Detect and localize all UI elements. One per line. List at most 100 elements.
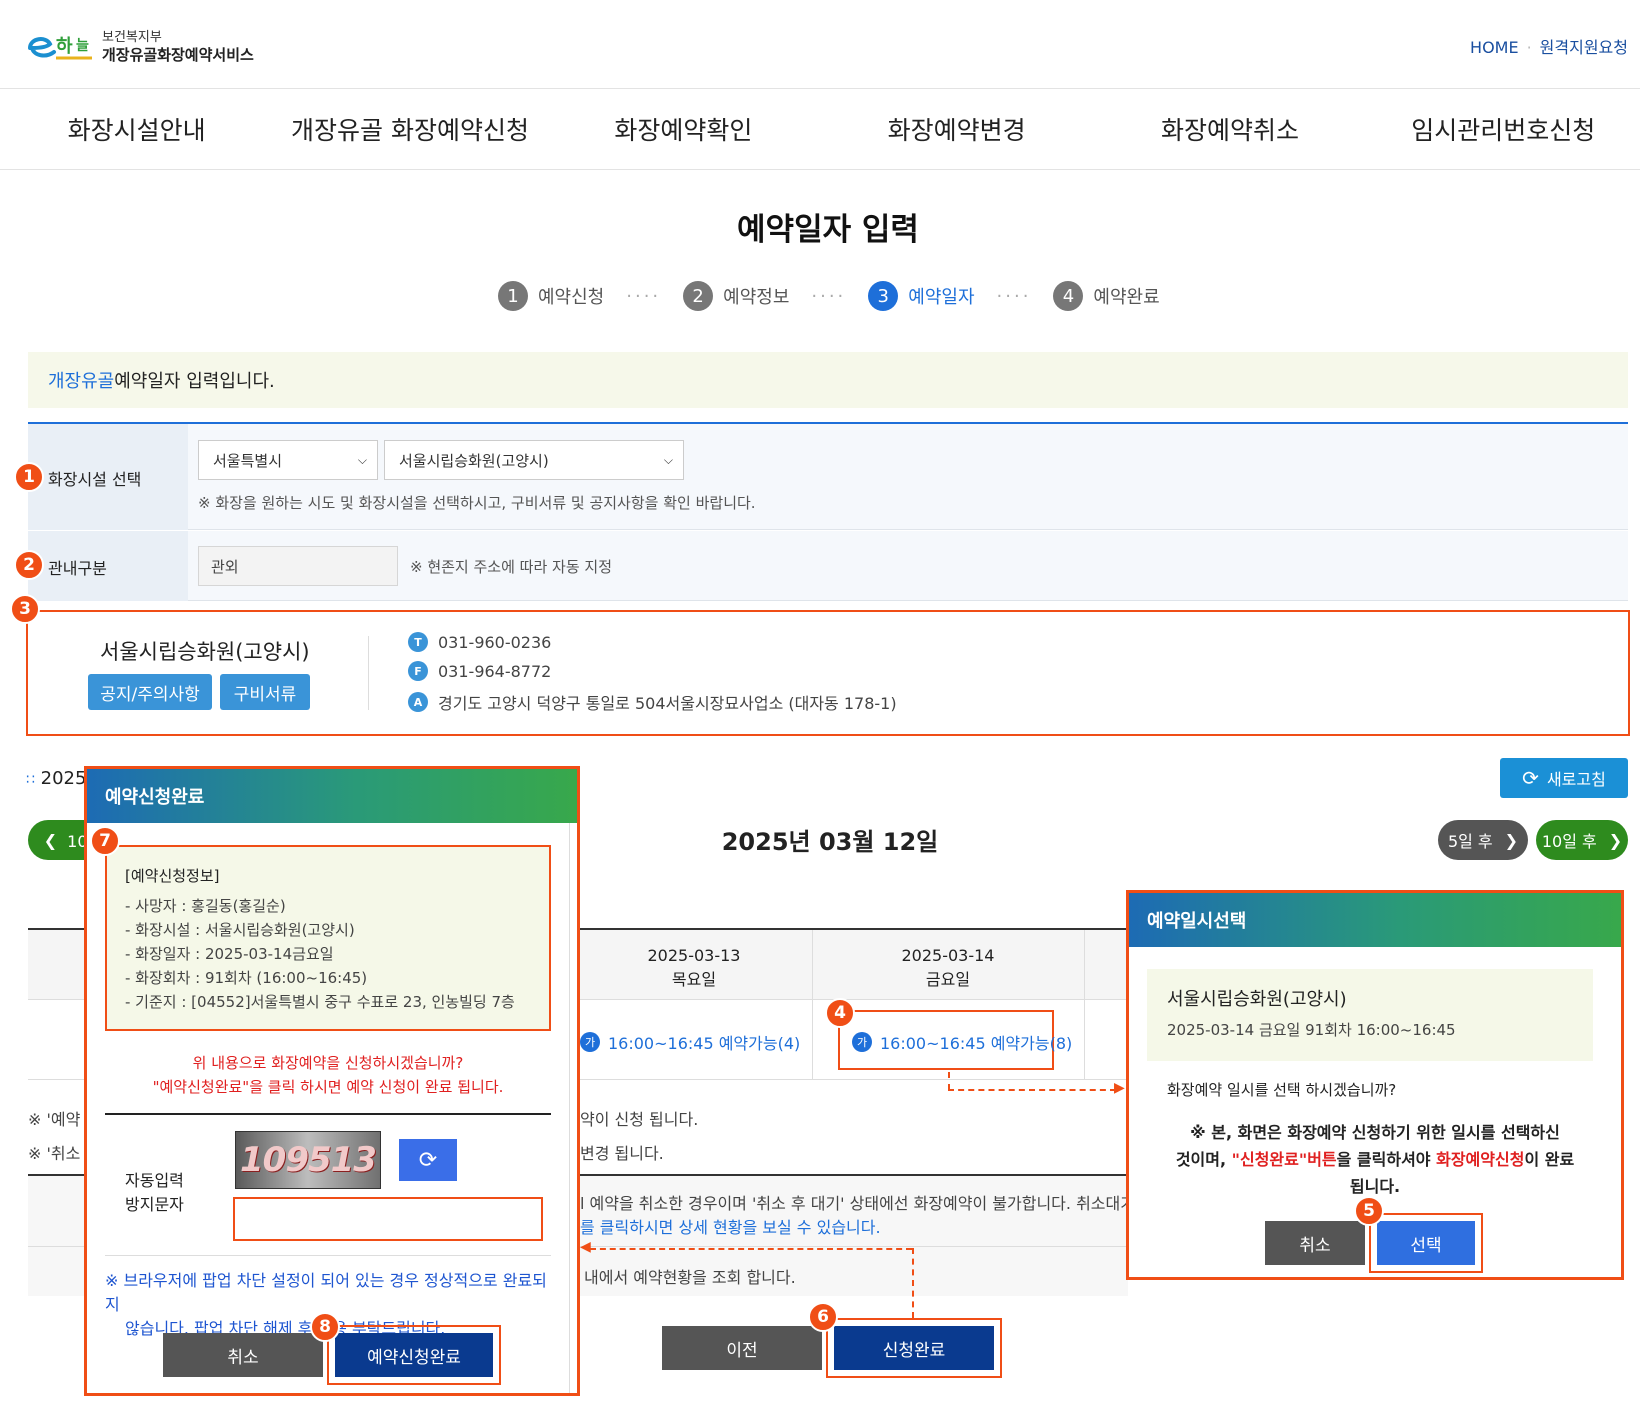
note-2-prefix: ※ '취소 — [28, 1144, 81, 1163]
nav-reservation-cancel[interactable]: 화장예약취소 — [1093, 111, 1366, 147]
flow-arrow-4-to-5 — [948, 1089, 1116, 1091]
confirm-text-1: 위 내용으로 화장예약을 신청하시겠습니까? — [192, 1054, 464, 1072]
modal-divider — [105, 1255, 551, 1256]
modal-cancel-button[interactable]: 취소 — [163, 1333, 323, 1377]
step-label: 예약일자 — [908, 287, 975, 308]
captcha-refresh-button[interactable]: ⟳ — [399, 1139, 457, 1181]
site-logo[interactable]: 하 늘 보건복지부 개장유골화장예약서비스 — [26, 22, 266, 72]
page-title: 예약일자 입력 — [737, 212, 919, 248]
step-dots: ···· — [626, 285, 662, 307]
arrow-head-icon: ◀ — [580, 1239, 591, 1255]
step-1: 1 예약신청 — [498, 281, 604, 311]
warning-line-2: 것이며, "신청완료"버튼을 클릭하셔야 화장예약신청이 완료 — [1139, 1146, 1611, 1173]
nav-temp-number[interactable]: 임시관리번호신청 — [1367, 111, 1640, 147]
area-hint: ※ 현존지 주소에 따라 자동 지정 — [410, 558, 613, 576]
refresh-label: 새로고침 — [1546, 770, 1606, 789]
top-links: HOME · 원격지원요청 — [1470, 34, 1628, 58]
warning-highlight: "신청완료"버튼 — [1231, 1150, 1337, 1169]
modal-title: 예약일시선택 — [1129, 893, 1621, 947]
time-slot-0313[interactable]: 가 16:00~16:45 예약가능(4) — [580, 1030, 800, 1054]
captcha-label-1: 자동입력 — [125, 1171, 184, 1190]
facility-select[interactable]: 서울시립승화원(고양시) ⌵ — [384, 440, 684, 480]
home-link[interactable]: HOME — [1470, 38, 1519, 57]
select-question: 화장예약 일시를 선택 하시겠습니까? — [1167, 1081, 1397, 1099]
step-number: 3 — [868, 281, 899, 311]
notice-text: 예약일자 입력입니다. — [114, 371, 275, 392]
fax-icon: F — [408, 661, 428, 681]
facility-name: 서울시립승화원(고양시) — [100, 640, 310, 664]
arrow-head-icon: ▶ — [1114, 1080, 1125, 1096]
column-day: 목요일 — [671, 970, 717, 989]
submit-button[interactable]: 신청완료 — [834, 1326, 994, 1370]
prev-button[interactable]: 이전 — [662, 1326, 822, 1370]
select-cancel-button[interactable]: 취소 — [1265, 1221, 1365, 1265]
fax-value: 031-964-8772 — [438, 661, 552, 681]
captcha-image: 109513 — [235, 1131, 381, 1189]
address-value: 경기도 고양시 덕양구 통일로 504서울시장묘사업소 (대자동 178-1) — [438, 694, 897, 713]
slot-glyph-icon: 가 — [580, 1032, 600, 1052]
refresh-button[interactable]: ⟳ 새로고침 — [1500, 758, 1628, 798]
address-icon: A — [408, 692, 428, 712]
warning-line-1: ※ 본, 화면은 화장예약 신청하기 위한 일시를 선택하신 — [1190, 1123, 1560, 1142]
select-confirm-button[interactable]: 선택 — [1377, 1221, 1475, 1265]
facility-divider — [368, 636, 369, 710]
next-5-days-button[interactable]: 5일 후 ❯ — [1438, 820, 1528, 860]
slot-glyph-icon: 가 — [852, 1032, 872, 1052]
status-note-link[interactable]: 를 클릭하시면 상세 현황을 보실 수 있습니다. — [580, 1214, 881, 1238]
column-day: 금요일 — [925, 970, 971, 989]
service-name: 개장유골화장예약서비스 — [102, 46, 254, 64]
confirm-reservation-button[interactable]: 예약신청완료 — [335, 1333, 493, 1377]
step-number: 4 — [1053, 281, 1084, 311]
step-number: 1 — [498, 281, 528, 311]
chevron-down-icon: ⌵ — [357, 452, 367, 467]
status-note-1: l 예약을 취소한 경우이며 '취소 후 대기' 상태에선 화장예약이 불가합니… — [580, 1194, 1155, 1213]
info-facility: - 화장시설 : 서울시립승화원(고양시) — [125, 921, 355, 939]
annotation-badge-4: 4 — [825, 998, 855, 1028]
tel-value: 031-960-0236 — [438, 632, 552, 652]
nav-reservation-check[interactable]: 화장예약확인 — [547, 111, 820, 147]
annotation-badge-5: 5 — [1354, 1196, 1384, 1226]
nav-facility-info[interactable]: 화장시설안내 — [0, 111, 273, 147]
selected-slot-box — [1147, 969, 1593, 1061]
facility-select-label: 화장시설 선택 — [48, 470, 142, 489]
main-nav: 화장시설안내 개장유골 화장예약신청 화장예약확인 화장예약변경 화장예약취소 … — [0, 88, 1640, 170]
notice-button[interactable]: 공지/주의사항 — [88, 674, 212, 710]
column-date: 2025-03-13 — [647, 946, 741, 965]
step-label: 예약신청 — [538, 287, 605, 308]
area-label: 관내구분 — [48, 559, 107, 578]
svg-text:하: 하 — [56, 36, 73, 57]
chevron-right-icon: ❯ — [1608, 830, 1623, 850]
captcha-input[interactable] — [233, 1197, 543, 1241]
captcha-label-2: 방지문자 — [125, 1195, 184, 1214]
notice-highlight: 개장유골 — [48, 371, 115, 392]
facility-info-box — [26, 610, 1630, 736]
refresh-icon: ⟳ — [418, 1147, 438, 1173]
slot-label: 16:00~16:45 예약가능(8) — [880, 1034, 1073, 1053]
nav-reservation-change[interactable]: 화장예약변경 — [820, 111, 1093, 147]
time-slot-0314[interactable]: 가 16:00~16:45 예약가능(8) — [852, 1030, 1072, 1054]
sido-select[interactable]: 서울특별시 ⌵ — [198, 440, 378, 480]
facility-tel: T 031-960-0236 — [408, 632, 551, 652]
remote-support-link[interactable]: 원격지원요청 — [1540, 38, 1628, 57]
step-4: 4 예약완료 — [1053, 281, 1160, 311]
documents-button[interactable]: 구비서류 — [220, 674, 310, 710]
flow-arrow-4-to-5 — [948, 1072, 950, 1090]
annotation-badge-6: 6 — [808, 1302, 838, 1332]
calendar-label-text: 2025 — [40, 768, 87, 789]
area-field: 관외 — [198, 546, 398, 586]
modal-scrollbar[interactable] — [569, 823, 570, 1393]
link-divider: · — [1526, 38, 1532, 57]
warning-text: 을 클릭하셔야 — [1336, 1150, 1437, 1169]
annotation-badge-2: 2 — [14, 550, 44, 580]
next-5-label: 5일 후 — [1447, 832, 1493, 851]
facility-address: A 경기도 고양시 덕양구 통일로 504서울시장묘사업소 (대자동 178-1) — [408, 690, 897, 714]
status-note-2: 내에서 예약현황을 조회 합니다. — [584, 1268, 796, 1287]
reservation-complete-modal: 예약신청완료 [예약신청정보] - 사망자 : 홍길동(홍길순) - 화장시설 … — [84, 766, 580, 1396]
next-10-days-button[interactable]: 10일 후 ❯ — [1536, 820, 1628, 860]
warning-text: 것이며, — [1175, 1150, 1232, 1169]
step-3-current: 3 예약일자 — [868, 281, 975, 311]
column-date-0313: 2025-03-13 목요일 — [576, 944, 812, 992]
column-date: 2025-03-14 — [901, 946, 995, 965]
nav-reservation-apply[interactable]: 개장유골 화장예약신청 — [273, 111, 546, 147]
flow-arrow-6-to-7 — [912, 1248, 914, 1318]
